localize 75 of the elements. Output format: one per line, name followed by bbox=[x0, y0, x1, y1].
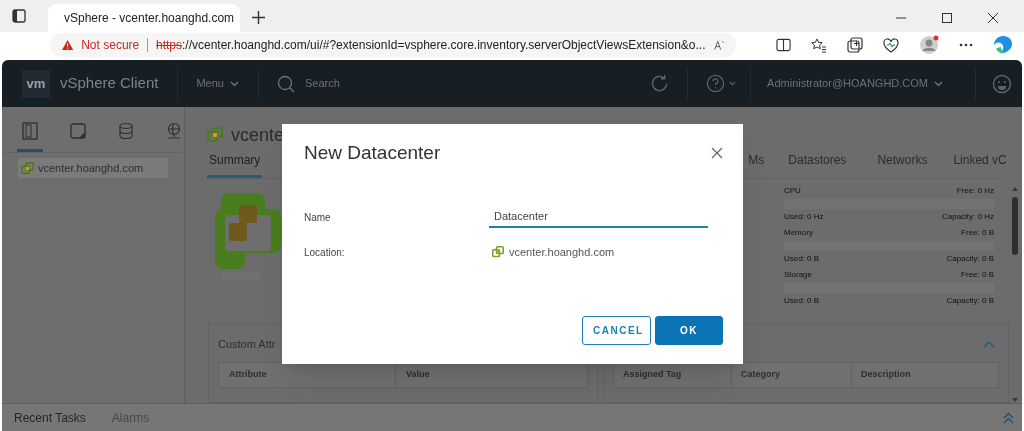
storage-icon bbox=[117, 122, 135, 140]
user-menu[interactable]: Administrator@HOANGHD.COM bbox=[767, 75, 943, 92]
browser-tab[interactable]: vSphere - vcenter.hoanghd.com bbox=[48, 4, 240, 32]
name-input[interactable]: Datacenter bbox=[489, 206, 708, 228]
collections-icon[interactable] bbox=[847, 37, 863, 53]
tab-actions-icon[interactable] bbox=[12, 9, 26, 23]
copilot-icon[interactable] bbox=[993, 35, 1013, 55]
field-label: Location: bbox=[304, 245, 346, 260]
vm-logo: vm bbox=[22, 69, 50, 98]
resource-used: Used: 0 B bbox=[784, 253, 820, 266]
scroll-up-icon[interactable] bbox=[1012, 187, 1018, 191]
column-header[interactable]: Assigned Tag bbox=[614, 363, 731, 387]
warning-icon bbox=[62, 38, 74, 52]
card-title: Custom Attr bbox=[218, 337, 277, 352]
url-text: https://vcenter.hoanghd.com/ui/#?extensionId=vsphere.core.inventory.serverObjectViewsExtension&o... bbox=[156, 37, 706, 54]
refresh-icon[interactable] bbox=[650, 74, 670, 93]
resource-free: Free: 0 Hz bbox=[956, 185, 994, 198]
dialog-title: New Datacenter bbox=[304, 140, 441, 165]
favorites-icon[interactable] bbox=[811, 37, 827, 53]
column-header[interactable]: Description bbox=[851, 363, 998, 387]
resource-capacity: Capacity: 0 B bbox=[946, 295, 994, 308]
close-icon[interactable] bbox=[988, 13, 998, 23]
menu-button[interactable]: Menu bbox=[196, 75, 239, 92]
app-name: vSphere Client bbox=[60, 73, 159, 94]
vcenter-icon bbox=[21, 161, 34, 175]
vcenter-icon bbox=[492, 246, 504, 258]
more-icon[interactable] bbox=[959, 43, 973, 47]
content-tab[interactable]: Datastores bbox=[786, 151, 849, 179]
resource-free: Free: 0 B bbox=[961, 269, 994, 282]
network-icon bbox=[165, 122, 183, 140]
split-screen-icon[interactable] bbox=[776, 38, 791, 52]
hosts-clusters-icon bbox=[21, 122, 39, 140]
security-warning[interactable]: Not secure bbox=[81, 36, 140, 54]
resource-used: Used: 0 B bbox=[784, 295, 820, 308]
content-tab[interactable]: Networks bbox=[875, 151, 930, 179]
resource-capacity: Capacity: 0 Hz bbox=[941, 211, 994, 224]
help-icon bbox=[706, 74, 726, 93]
profile-avatar-icon[interactable] bbox=[919, 35, 939, 55]
resource-used: Used: 0 Hz bbox=[784, 211, 824, 224]
resource-name: Memory bbox=[784, 227, 813, 240]
tree-item[interactable]: vcenter.hoanghd.com bbox=[18, 158, 168, 178]
close-icon[interactable] bbox=[711, 147, 723, 159]
vm-templates-icon bbox=[69, 122, 87, 140]
help-button[interactable] bbox=[706, 74, 737, 93]
content-tab[interactable]: Summary bbox=[207, 151, 263, 179]
page-title: vcente bbox=[231, 123, 285, 147]
chevron-down-icon bbox=[934, 80, 943, 87]
chevron-down-icon bbox=[729, 81, 737, 86]
chevron-down-icon bbox=[229, 80, 239, 87]
location-value: vcenter.hoanghd.com bbox=[509, 244, 615, 260]
heart-pulse-icon[interactable] bbox=[883, 37, 899, 53]
field-label: Name bbox=[304, 210, 332, 225]
search-icon bbox=[276, 74, 295, 93]
scrollbar-thumb[interactable] bbox=[1012, 197, 1018, 255]
content-tab[interactable]: Ms bbox=[746, 151, 767, 179]
content-tab[interactable]: Linked vC bbox=[951, 151, 1009, 179]
resource-free: Free: 0 B bbox=[961, 227, 994, 240]
scrollbar[interactable] bbox=[1010, 187, 1020, 402]
bottom-tab[interactable]: Recent Tasks bbox=[14, 408, 86, 427]
tab-title: vSphere - vcenter.hoanghd.com bbox=[64, 10, 235, 27]
address-bar[interactable]: Not secure https://vcenter.hoanghd.com/ui/#?extensionId=vsphere.core.inventory.serverObjectViewsExtension&o... bbox=[50, 33, 736, 57]
cancel-button[interactable]: CANCEL bbox=[582, 316, 651, 345]
resource-name: CPU bbox=[784, 185, 801, 198]
resource-capacity: Capacity: 0 B bbox=[946, 253, 994, 266]
search-field[interactable]: Search bbox=[304, 75, 505, 92]
column-header[interactable]: Attribute bbox=[219, 363, 395, 387]
maximize-icon[interactable] bbox=[942, 13, 952, 23]
feedback-smiley-icon[interactable] bbox=[992, 73, 1012, 94]
view-tab[interactable] bbox=[17, 122, 43, 152]
new-tab-icon[interactable] bbox=[252, 11, 265, 24]
vcenter-icon bbox=[207, 127, 223, 143]
expand-panel-icon[interactable] bbox=[1003, 411, 1014, 424]
resource-name: Storage bbox=[784, 269, 813, 282]
read-aloud-icon[interactable] bbox=[713, 38, 724, 52]
ok-button[interactable]: OK bbox=[655, 316, 723, 345]
